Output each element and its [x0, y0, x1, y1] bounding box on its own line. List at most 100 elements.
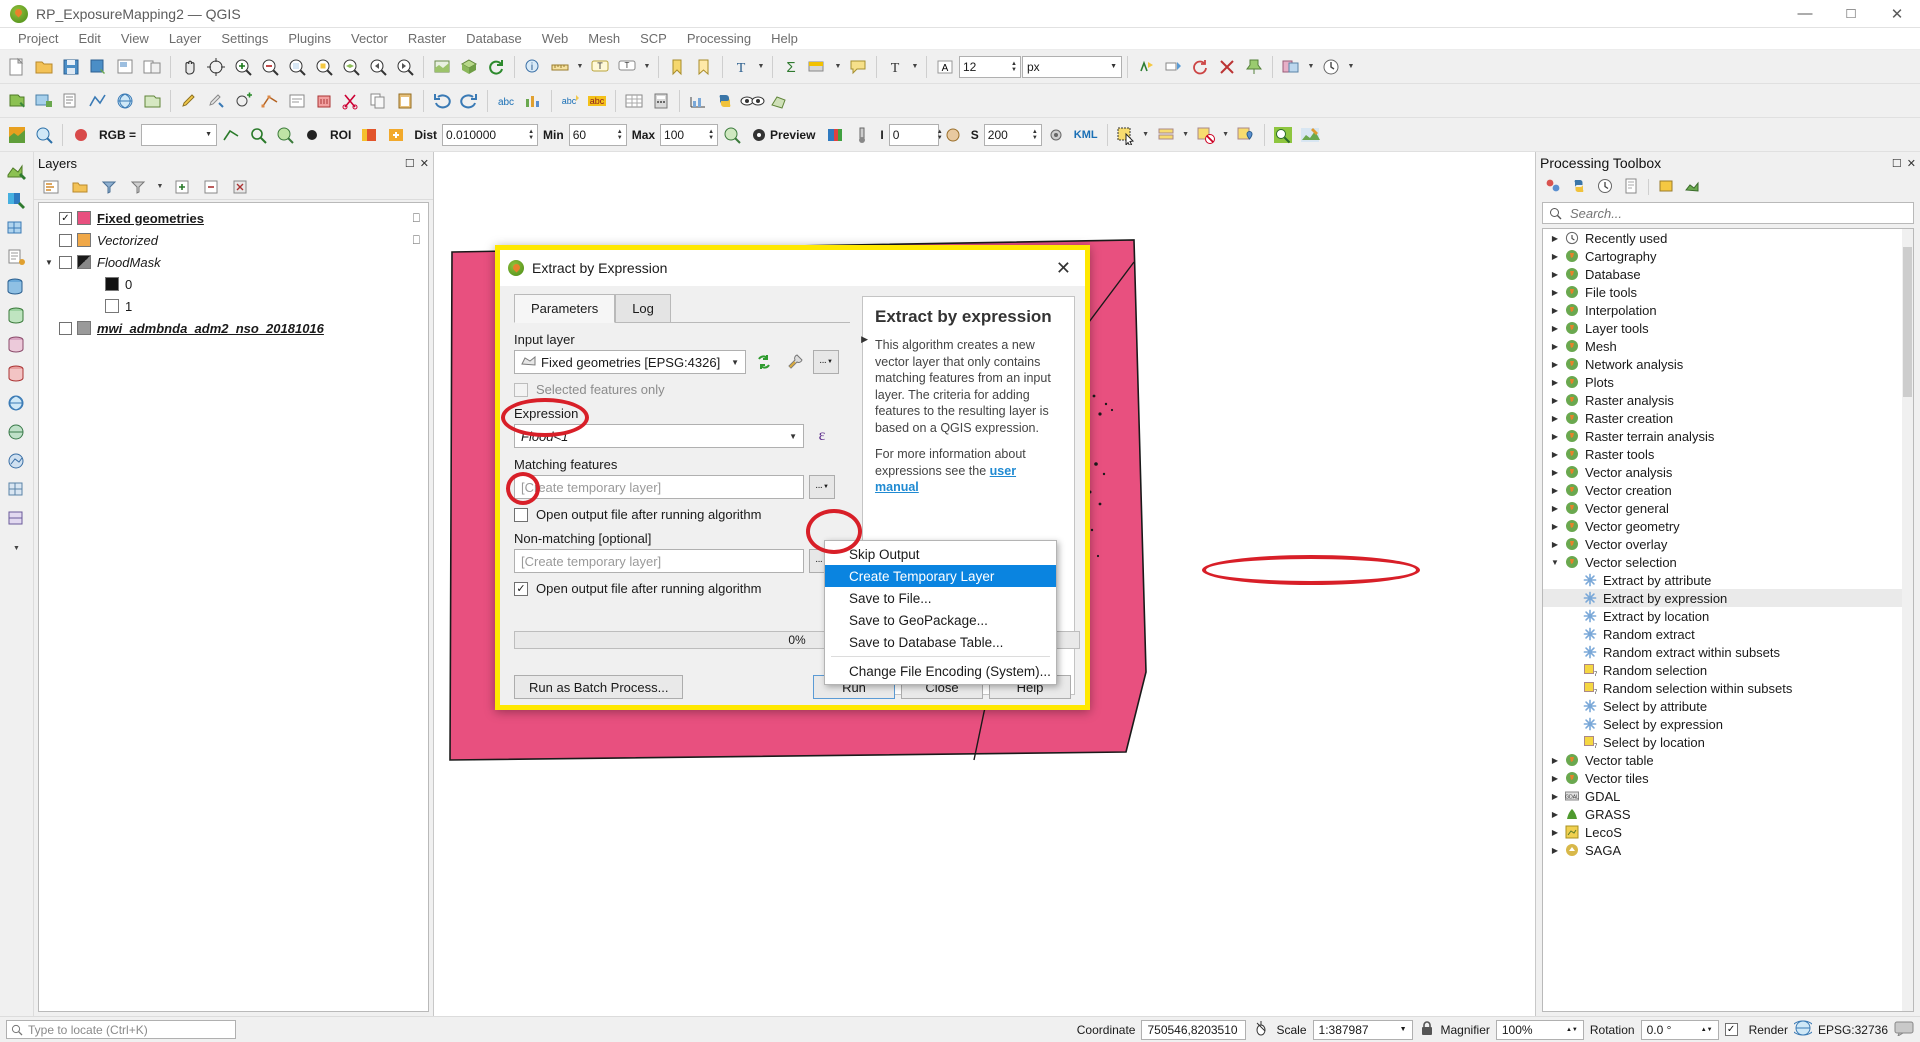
toolbox-item[interactable]: 7Select by location: [1543, 733, 1913, 751]
show-bookmarks-icon[interactable]: [691, 54, 717, 80]
toolbox-item[interactable]: Random extract: [1543, 625, 1913, 643]
messages-icon[interactable]: [1894, 1020, 1914, 1039]
toolbox-item[interactable]: ▶Interpolation: [1543, 301, 1913, 319]
tab-log[interactable]: Log: [615, 294, 671, 322]
open-project-icon[interactable]: [31, 54, 57, 80]
edit-model-icon[interactable]: [1657, 177, 1675, 198]
scp-search-icon[interactable]: [31, 122, 57, 148]
toolbox-expander-icon[interactable]: ▶: [1547, 504, 1563, 513]
scp-tool2-icon[interactable]: [245, 122, 271, 148]
layer-visibility-checkbox[interactable]: [59, 322, 72, 335]
vertex-tool-icon[interactable]: [257, 88, 283, 114]
expand-all-icon[interactable]: [169, 174, 195, 200]
nonmatching-input[interactable]: [Create temporary layer]: [514, 549, 804, 573]
maximize-button[interactable]: □: [1828, 0, 1874, 27]
toolbox-expander-icon[interactable]: ▶: [1547, 396, 1563, 405]
roi-color1-icon[interactable]: [356, 122, 382, 148]
measure-area-icon[interactable]: [766, 88, 792, 114]
menu-settings[interactable]: Settings: [211, 29, 278, 48]
layer-visibility-checkbox[interactable]: [59, 256, 72, 269]
deselect-dropdown-icon[interactable]: ▼: [1220, 122, 1232, 148]
toolbox-expander-icon[interactable]: ▶: [1547, 450, 1563, 459]
font-family-icon[interactable]: A: [932, 54, 958, 80]
label-text-icon[interactable]: T: [882, 54, 908, 80]
add-raster-layer-side-icon[interactable]: [4, 187, 30, 213]
preview-button[interactable]: Preview: [746, 122, 821, 148]
output-context-menu[interactable]: Skip OutputCreate Temporary LayerSave to…: [824, 540, 1057, 685]
toolbox-item[interactable]: ▶Vector overlay: [1543, 535, 1913, 553]
matching-open-output-row[interactable]: Open output file after running algorithm: [514, 507, 850, 522]
toolbox-item[interactable]: Extract by attribute: [1543, 571, 1913, 589]
toolbox-expander-icon[interactable]: ▶: [1547, 846, 1563, 855]
menu-processing[interactable]: Processing: [677, 29, 761, 48]
identify-features-icon[interactable]: i: [520, 54, 546, 80]
add-delimited-text-icon[interactable]: [58, 88, 84, 114]
ptb-undock-icon[interactable]: ☐: [1892, 157, 1902, 170]
run-as-batch-button[interactable]: Run as Batch Process...: [514, 675, 683, 699]
add-raster-layer-icon[interactable]: [31, 88, 57, 114]
threshold-i-stepper[interactable]: 0 ▲▼: [889, 124, 939, 146]
threshold-s-stepper[interactable]: 200 ▲▼: [984, 124, 1042, 146]
toolbox-item[interactable]: Select by attribute: [1543, 697, 1913, 715]
zoom-in-icon[interactable]: [230, 54, 256, 80]
rotation-stepper[interactable]: 0.0 ° ▲▼: [1641, 1020, 1719, 1040]
toolbox-expander-icon[interactable]: ▶: [1547, 828, 1563, 837]
menu-view[interactable]: View: [111, 29, 159, 48]
magnifier-stepper[interactable]: 100% ▲▼: [1496, 1020, 1584, 1040]
toolbox-item[interactable]: Extract by expression: [1543, 589, 1913, 607]
toolbox-item[interactable]: ▶Layer tools: [1543, 319, 1913, 337]
new-bookmark-icon[interactable]: [664, 54, 690, 80]
modify-attributes-icon[interactable]: [284, 88, 310, 114]
abc-highlight-icon[interactable]: abc: [584, 88, 610, 114]
scp-zoom-icon[interactable]: [719, 122, 745, 148]
cut-features-icon[interactable]: [338, 88, 364, 114]
menu-plugins[interactable]: Plugins: [278, 29, 341, 48]
zoom-layer-icon[interactable]: [338, 54, 364, 80]
menu-web[interactable]: Web: [532, 29, 579, 48]
rgb-indicator-icon[interactable]: [68, 122, 94, 148]
toolbox-item[interactable]: ▶GRASS: [1543, 805, 1913, 823]
remove-layer-icon[interactable]: [227, 174, 253, 200]
toolbox-expander-icon[interactable]: ▶: [1547, 234, 1563, 243]
add-postgis-side-icon[interactable]: [4, 274, 30, 300]
scale-select[interactable]: 1:387987 ▼: [1313, 1020, 1413, 1040]
copy-features-icon[interactable]: [365, 88, 391, 114]
pin-label-icon[interactable]: [1241, 54, 1267, 80]
toolbox-item[interactable]: Extract by location: [1543, 607, 1913, 625]
toolbox-expander-icon[interactable]: ▶: [1547, 540, 1563, 549]
layer-item[interactable]: 0: [39, 273, 428, 295]
add-xyz-side-icon[interactable]: [4, 506, 30, 532]
diagram-icon[interactable]: [520, 88, 546, 114]
new-3d-view-icon[interactable]: [456, 54, 482, 80]
toolbox-expander-icon[interactable]: ▼: [1547, 558, 1563, 567]
layer-item[interactable]: ▼FloodMask: [39, 251, 428, 273]
add-wfs-side-icon[interactable]: [4, 448, 30, 474]
processing-toolbox-icon[interactable]: [1297, 122, 1323, 148]
menu-mesh[interactable]: Mesh: [578, 29, 630, 48]
collapse-all-icon[interactable]: [198, 174, 224, 200]
toolbox-item[interactable]: ▶Cartography: [1543, 247, 1913, 265]
toolbox-item[interactable]: ▶Raster tools: [1543, 445, 1913, 463]
delete-selected-icon[interactable]: [311, 88, 337, 114]
toggle-editing-icon[interactable]: [176, 88, 202, 114]
statistics-icon[interactable]: [685, 88, 711, 114]
expression-input[interactable]: Flood<1 ▼: [514, 424, 804, 448]
toolbox-item[interactable]: ▶Vector tiles: [1543, 769, 1913, 787]
toolbox-item[interactable]: ▶Recently used: [1543, 229, 1913, 247]
layers-tree[interactable]: ✓Fixed geometries⎕Vectorized⎕▼FloodMask0…: [38, 202, 429, 1012]
layer-item[interactable]: 1: [39, 295, 428, 317]
layer-visibility-checkbox[interactable]: ✓: [59, 212, 72, 225]
style-dropdown-icon[interactable]: ▼: [1305, 54, 1317, 80]
toolbox-item[interactable]: ▶Raster creation: [1543, 409, 1913, 427]
toolbox-expander-icon[interactable]: ▶: [1547, 774, 1563, 783]
add-mesh-layer-side-icon[interactable]: [4, 216, 30, 242]
collapse-help-arrow-icon[interactable]: ▶: [861, 334, 868, 345]
context-menu-item[interactable]: Save to GeoPackage...: [825, 609, 1056, 631]
select-by-location-icon[interactable]: [1233, 122, 1259, 148]
pan-map-icon[interactable]: [176, 54, 202, 80]
text-format-icon[interactable]: T: [728, 54, 754, 80]
filter-legend-icon[interactable]: [96, 174, 122, 200]
toolbox-expander-icon[interactable]: ▶: [1547, 324, 1563, 333]
scp-dock-icon[interactable]: [4, 122, 30, 148]
eye-icon[interactable]: [739, 88, 765, 114]
